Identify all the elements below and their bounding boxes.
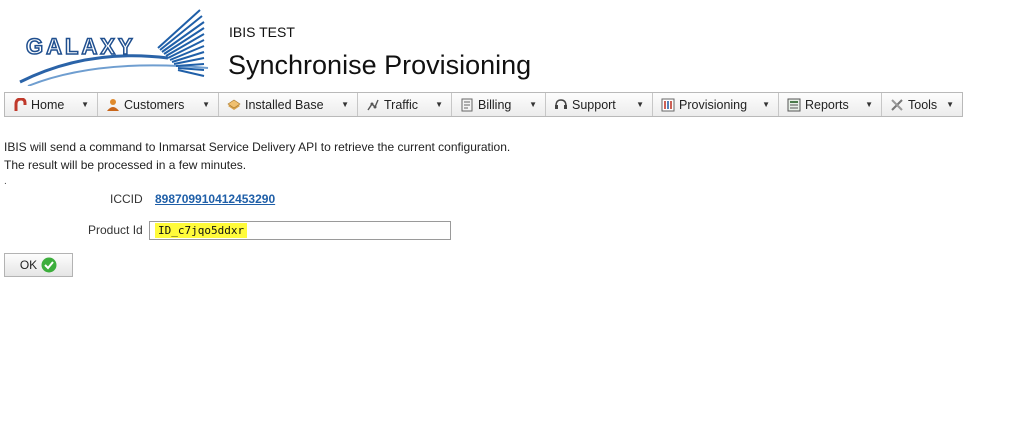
page-title: Synchronise Provisioning <box>228 50 532 80</box>
reports-icon <box>787 98 801 112</box>
chevron-down-icon: ▼ <box>636 100 644 109</box>
chevron-down-icon: ▼ <box>865 100 873 109</box>
installed-base-icon <box>227 98 241 112</box>
info-line-2: The result will be processed in a few mi… <box>4 158 247 172</box>
menu-label-customers: Customers <box>124 97 185 112</box>
iccid-link[interactable]: 898709910412453290 <box>155 192 275 206</box>
menu-item-home[interactable]: Home ▼ <box>5 93 98 116</box>
headset-icon <box>554 98 568 112</box>
info-text: IBIS will send a command to Inmarsat Ser… <box>4 138 510 174</box>
checkmark-icon <box>41 257 57 273</box>
billing-icon <box>460 98 474 112</box>
traffic-icon <box>366 98 380 112</box>
provisioning-icon <box>661 98 675 112</box>
ok-button-label: OK <box>19 258 38 272</box>
menu-label-traffic: Traffic <box>384 97 419 112</box>
menu-item-customers[interactable]: Customers ▼ <box>98 93 219 116</box>
home-icon <box>13 96 27 112</box>
product-id-value: ID_c7jqo5ddxr <box>155 223 248 238</box>
svg-text:GALAXY: GALAXY <box>26 34 136 59</box>
menu-label-reports: Reports <box>805 97 849 112</box>
menu-label-tools: Tools <box>908 97 938 112</box>
chevron-down-icon: ▼ <box>202 100 210 109</box>
menu-item-billing[interactable]: Billing ▼ <box>452 93 546 116</box>
tools-icon <box>890 98 904 112</box>
galaxy-logo: GALAXY <box>18 8 214 87</box>
chevron-down-icon: ▼ <box>529 100 537 109</box>
menu-item-traffic[interactable]: Traffic ▼ <box>358 93 452 116</box>
menu-item-reports[interactable]: Reports ▼ <box>779 93 882 116</box>
chevron-down-icon: ▼ <box>81 100 89 109</box>
chevron-down-icon: ▼ <box>946 100 954 109</box>
chevron-down-icon: ▼ <box>435 100 443 109</box>
menu-label-support: Support <box>572 97 616 112</box>
chevron-down-icon: ▼ <box>762 100 770 109</box>
app-name: IBIS TEST <box>229 24 295 40</box>
product-id-field[interactable]: ID_c7jqo5ddxr <box>149 221 451 240</box>
menu-item-installed-base[interactable]: Installed Base ▼ <box>219 93 358 116</box>
menu-label-home: Home <box>31 97 65 112</box>
menu-label-provisioning: Provisioning <box>679 97 748 112</box>
iccid-label: ICCID <box>110 192 143 206</box>
menu-item-support[interactable]: Support ▼ <box>546 93 653 116</box>
ok-button[interactable]: OK <box>4 253 73 277</box>
menu-label-billing: Billing <box>478 97 512 112</box>
separator-dot: . <box>4 176 7 187</box>
menu-item-provisioning[interactable]: Provisioning ▼ <box>653 93 779 116</box>
product-id-label: Product Id <box>88 223 143 237</box>
menu-label-installed-base: Installed Base <box>245 97 324 112</box>
menu-item-tools[interactable]: Tools ▼ <box>882 93 962 116</box>
info-line-1: IBIS will send a command to Inmarsat Ser… <box>4 140 511 154</box>
main-menu-bar: Home ▼ Customers ▼ Installed Base ▼ Traf… <box>4 92 963 117</box>
customers-icon <box>106 98 120 112</box>
chevron-down-icon: ▼ <box>341 100 349 109</box>
